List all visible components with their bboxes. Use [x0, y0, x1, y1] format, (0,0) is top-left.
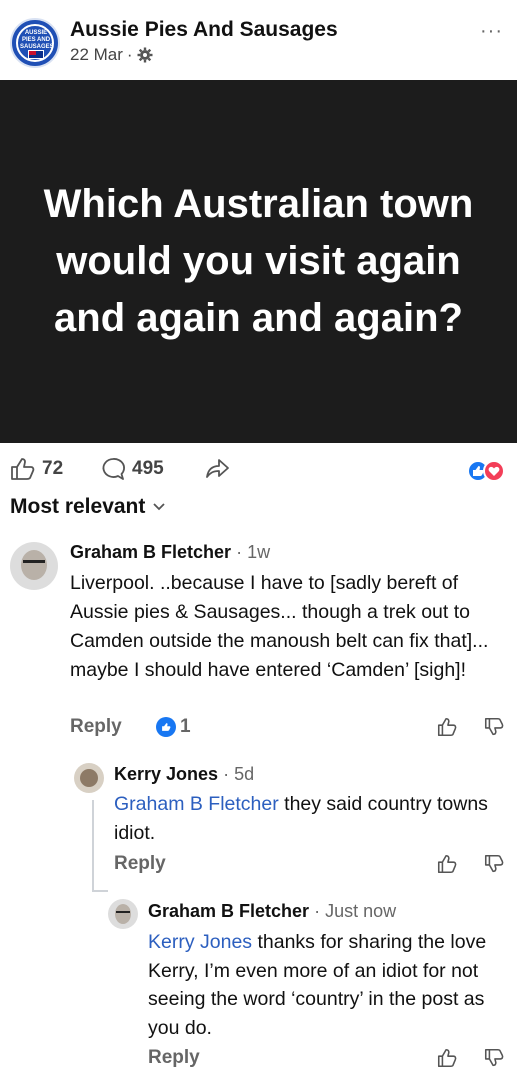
- like-button[interactable]: 72: [10, 457, 63, 481]
- post-image[interactable]: Which Australian town would you visit ag…: [0, 80, 517, 443]
- page-avatar[interactable]: AUSSIE PIES AND SAUSAGES: [10, 18, 60, 68]
- avatar-glasses: [116, 911, 130, 913]
- avatar[interactable]: [10, 542, 58, 590]
- thumbs-down-icon[interactable]: [483, 1047, 505, 1069]
- post-date[interactable]: 22 Mar: [70, 45, 123, 65]
- avatar-face: [21, 550, 47, 580]
- share-arrow-icon: [206, 459, 229, 478]
- avatar[interactable]: [74, 763, 104, 793]
- sort-label: Most relevant: [10, 495, 146, 518]
- comment-author[interactable]: Graham B Fletcher · Just now: [148, 901, 396, 922]
- avatar-glasses: [23, 560, 45, 563]
- avatar[interactable]: [108, 899, 138, 929]
- comment-item: Kerry Jones · 5d Graham B Fletcher they …: [0, 760, 517, 880]
- reply-button[interactable]: Reply: [70, 716, 122, 738]
- comment-reaction-badge[interactable]: 1: [156, 716, 191, 738]
- avatar-face: [80, 769, 98, 787]
- meta-separator: ·: [126, 45, 133, 64]
- mention-link[interactable]: Kerry Jones: [148, 931, 252, 953]
- gear-icon: [137, 47, 153, 63]
- more-options-icon[interactable]: ···: [480, 20, 503, 43]
- thumbs-up-icon[interactable]: [436, 853, 458, 875]
- share-button[interactable]: [204, 457, 230, 481]
- thumbs-up-icon: [11, 458, 35, 480]
- thumbs-up-icon[interactable]: [436, 1047, 458, 1069]
- comment-bubble-icon: [102, 458, 125, 480]
- comment-text: Kerry Jones thanks for sharing the love …: [148, 928, 510, 1042]
- comment-sort-dropdown[interactable]: Most relevant: [10, 495, 166, 519]
- chevron-down-icon: [153, 503, 166, 511]
- thumbs-down-icon[interactable]: [483, 853, 505, 875]
- thumbs-up-icon[interactable]: [436, 716, 458, 738]
- australian-flag-icon: [28, 50, 44, 59]
- comment-time: · 1w: [236, 542, 271, 562]
- reply-button[interactable]: Reply: [148, 1047, 200, 1069]
- thread-connector: [92, 890, 108, 892]
- post-meta: 22 Mar ·: [70, 45, 153, 65]
- comment-count: 495: [132, 458, 164, 479]
- page-name[interactable]: Aussie Pies And Sausages: [70, 18, 338, 42]
- like-reaction-icon: [156, 717, 176, 737]
- thumbs-down-icon[interactable]: [483, 716, 505, 738]
- comment-button[interactable]: 495: [100, 457, 164, 481]
- love-reaction-icon: [483, 460, 505, 482]
- like-count: 72: [42, 458, 64, 479]
- avatar-logo-text: AUSSIE PIES AND SAUSAGES: [20, 30, 54, 50]
- comment-item: Graham B Fletcher · 1w Liverpool. ..beca…: [0, 535, 517, 745]
- avatar-face: [115, 904, 131, 924]
- reply-button[interactable]: Reply: [114, 853, 166, 875]
- reaction-icons[interactable]: [467, 460, 507, 482]
- comment-time: · 5d: [223, 764, 255, 784]
- comment-author[interactable]: Kerry Jones · 5d: [114, 764, 254, 785]
- comment-item: Graham B Fletcher · Just now Kerry Jones…: [0, 895, 517, 1080]
- post-actions-bar: 72 495: [0, 450, 517, 490]
- comment-author[interactable]: Graham B Fletcher · 1w: [70, 542, 270, 563]
- comment-text: Liverpool. ..because I have to [sadly be…: [70, 572, 489, 681]
- mention-link[interactable]: Graham B Fletcher: [114, 793, 279, 815]
- post-headline: Which Australian town would you visit ag…: [43, 182, 474, 340]
- comment-time: · Just now: [314, 901, 397, 921]
- comment-text: Graham B Fletcher they said country town…: [114, 790, 509, 848]
- reaction-count: 1: [180, 716, 191, 737]
- post-header: AUSSIE PIES AND SAUSAGES Aussie Pies And…: [0, 0, 517, 80]
